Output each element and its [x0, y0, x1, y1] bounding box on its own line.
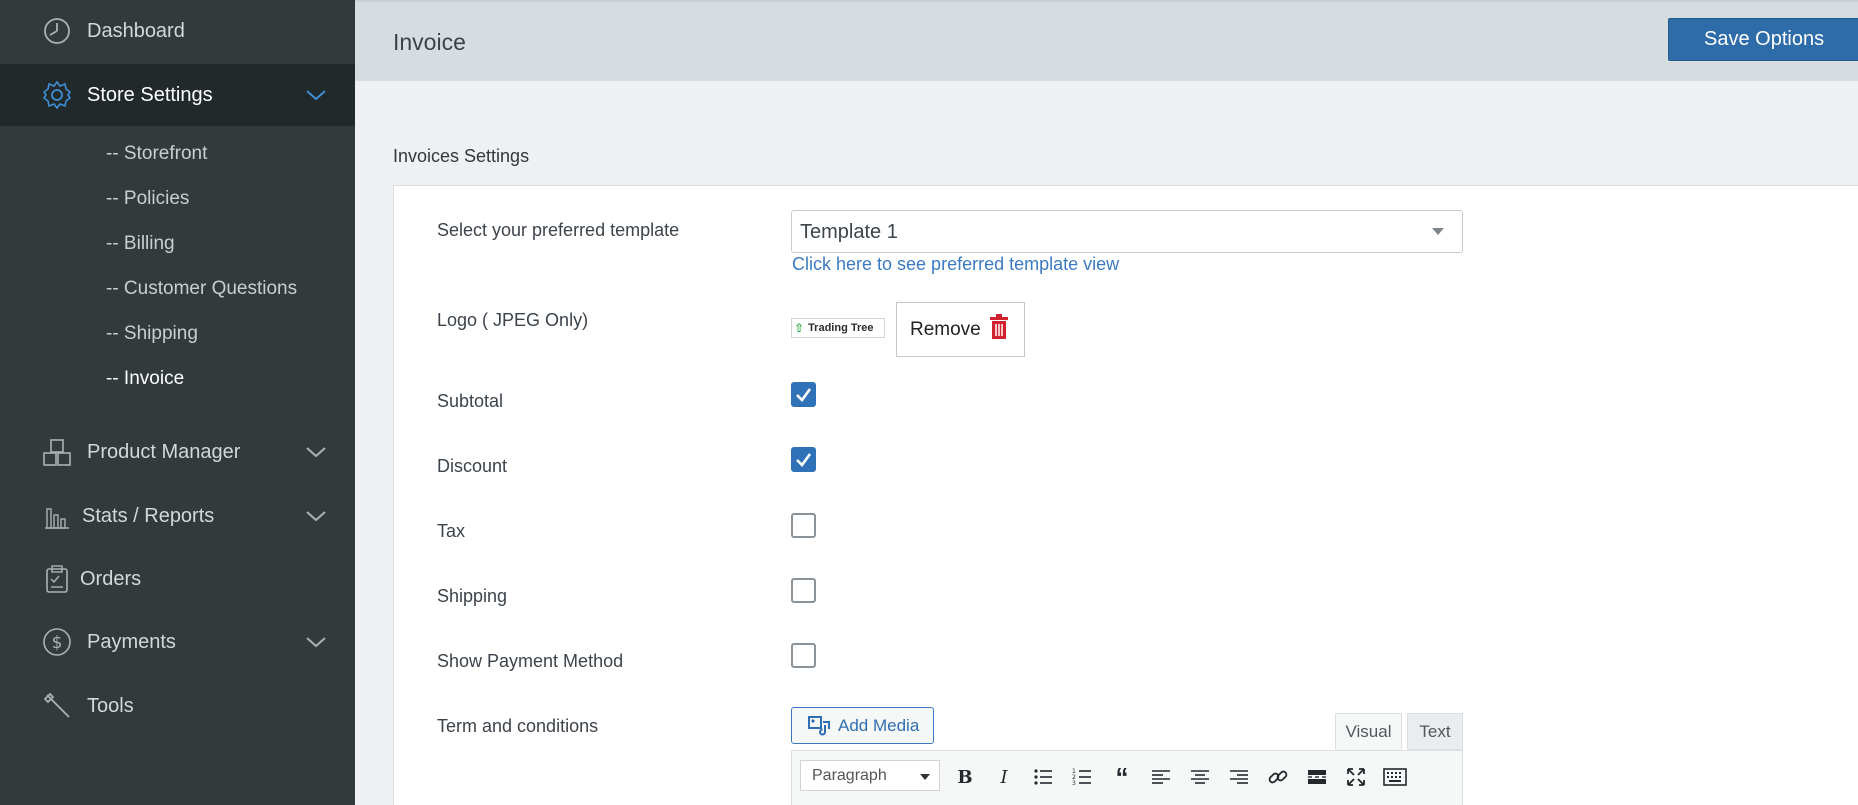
sidebar-subitem-policies[interactable]: -- Policies	[106, 188, 189, 210]
shipping-label: Shipping	[437, 586, 508, 606]
dollar-icon: $	[40, 625, 74, 659]
logo-text: Trading Tree	[808, 322, 874, 334]
sidebar-item-label: Tools	[87, 694, 134, 717]
template-preview-link[interactable]: Click here to see preferred template vie…	[792, 254, 1119, 275]
chevron-down-icon	[306, 637, 326, 648]
add-media-label: Add Media	[838, 715, 920, 735]
paragraph-format-value: Paragraph	[812, 767, 887, 784]
discount-label: Discount	[437, 456, 508, 476]
sidebar-item-payments[interactable]: $ Payments	[0, 611, 355, 673]
sidebar-item-tools[interactable]: Tools	[0, 675, 355, 737]
tax-label: Tax	[437, 521, 466, 541]
caret-down-icon	[920, 774, 930, 780]
sidebar-item-store-settings[interactable]: Store Settings	[0, 64, 355, 126]
logo-label: Logo ( JPEG Only)	[437, 310, 589, 330]
logo-preview: ⇧ Trading Tree	[791, 318, 885, 338]
settings-panel	[393, 185, 1858, 805]
clipboard-icon	[40, 562, 74, 596]
template-select[interactable]: Template 1	[791, 210, 1463, 253]
subtotal-checkbox[interactable]	[791, 382, 816, 407]
chevron-down-icon	[306, 90, 326, 101]
template-label: Select your preferred template	[437, 220, 680, 240]
page-title: Invoice	[393, 29, 466, 55]
media-icon	[808, 715, 830, 736]
sidebar: Dashboard Store Settings -- Storefront -…	[0, 0, 355, 805]
sidebar-item-orders[interactable]: Orders	[0, 548, 355, 610]
terms-label: Term and conditions	[437, 716, 599, 736]
sidebar-item-label: Payments	[87, 630, 176, 653]
wrench-icon	[40, 689, 74, 723]
italic-icon[interactable]: I	[990, 763, 1018, 791]
keyboard-icon[interactable]	[1381, 763, 1409, 791]
caret-down-icon	[1432, 228, 1444, 235]
bold-icon[interactable]: B	[951, 763, 979, 791]
svg-text:3: 3	[1072, 780, 1076, 786]
chevron-down-icon	[306, 447, 326, 458]
payment-method-checkbox[interactable]	[791, 643, 816, 668]
sidebar-subitem-billing[interactable]: -- Billing	[106, 233, 175, 255]
blockquote-icon[interactable]: “	[1108, 762, 1136, 792]
tab-visual[interactable]: Visual	[1335, 713, 1402, 750]
gear-icon	[40, 78, 74, 112]
sidebar-item-stats-reports[interactable]: Stats / Reports	[0, 485, 355, 547]
page-header: Invoice Save Options	[355, 0, 1858, 81]
sidebar-subitem-storefront[interactable]: -- Storefront	[106, 143, 207, 165]
trash-icon	[989, 313, 1009, 346]
align-left-icon[interactable]	[1147, 763, 1175, 791]
sidebar-item-dashboard[interactable]: Dashboard	[0, 0, 355, 62]
tab-text[interactable]: Text	[1407, 713, 1463, 750]
section-title: Invoices Settings	[393, 146, 530, 166]
sidebar-item-label: Dashboard	[87, 19, 185, 42]
link-icon[interactable]	[1264, 763, 1292, 791]
subtotal-label: Subtotal	[437, 391, 504, 411]
bullet-list-icon[interactable]	[1029, 763, 1057, 791]
remove-logo-button[interactable]: Remove	[896, 302, 1025, 357]
read-more-icon[interactable]	[1303, 763, 1331, 791]
sidebar-subitem-customer-questions[interactable]: -- Customer Questions	[106, 278, 297, 300]
tax-checkbox[interactable]	[791, 513, 816, 538]
template-select-value: Template 1	[800, 221, 898, 243]
sidebar-subitem-shipping[interactable]: -- Shipping	[106, 323, 198, 345]
svg-text:$: $	[52, 633, 63, 653]
add-media-button[interactable]: Add Media	[791, 707, 934, 744]
sidebar-item-label: Orders	[80, 567, 142, 590]
dashboard-icon	[40, 14, 74, 48]
checkmark-icon	[796, 388, 812, 402]
save-options-button[interactable]: Save Options	[1668, 18, 1858, 61]
chevron-down-icon	[306, 511, 326, 522]
logo-arrow-icon: ⇧	[794, 321, 805, 335]
checkmark-icon	[796, 453, 812, 467]
shipping-checkbox[interactable]	[791, 578, 816, 603]
sidebar-item-label: Product Manager	[87, 440, 241, 463]
editor-toolbar: Paragraph B I 123 “	[791, 750, 1463, 805]
fullscreen-icon[interactable]	[1342, 763, 1370, 791]
bar-chart-icon	[40, 499, 74, 533]
numbered-list-icon[interactable]: 123	[1068, 763, 1096, 791]
sidebar-subitem-invoice[interactable]: -- Invoice	[106, 368, 184, 390]
payment-method-label: Show Payment Method	[437, 651, 624, 671]
align-right-icon[interactable]	[1225, 763, 1253, 791]
sidebar-item-label: Stats / Reports	[82, 504, 215, 527]
paragraph-format-select[interactable]: Paragraph	[800, 760, 940, 791]
align-center-icon[interactable]	[1186, 763, 1214, 791]
sidebar-item-label: Store Settings	[87, 83, 213, 106]
discount-checkbox[interactable]	[791, 447, 816, 472]
sidebar-item-product-manager[interactable]: Product Manager	[0, 421, 355, 483]
boxes-icon	[40, 435, 74, 469]
remove-label: Remove	[910, 318, 981, 340]
